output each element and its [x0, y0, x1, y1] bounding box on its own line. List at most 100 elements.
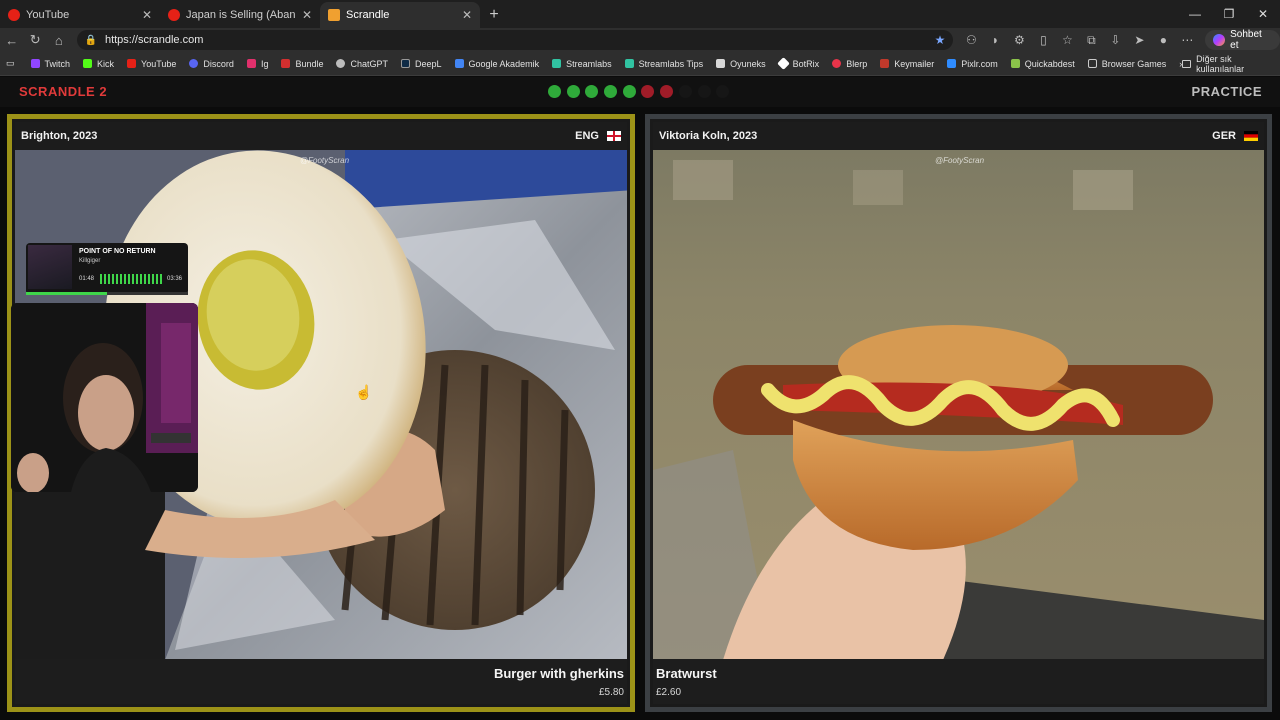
twitch-icon: [30, 59, 40, 68]
bookmark-label: BotRix: [792, 58, 820, 69]
minimize-icon[interactable]: —: [1178, 0, 1212, 28]
share-icon[interactable]: ➤: [1127, 33, 1151, 48]
read-aloud-icon[interactable]: ◗: [983, 33, 1007, 48]
bookmark-youtube[interactable]: YouTube: [127, 59, 176, 69]
favorites-icon[interactable]: ☆: [1055, 33, 1079, 48]
bookmark-deepl[interactable]: DeepL: [401, 59, 442, 69]
tab-japan-video[interactable]: Japan is Selling (Abandoned) Hou ✕: [160, 2, 320, 28]
blerp-icon: [832, 59, 842, 68]
card-header: Viktoria Koln, 2023 GER: [653, 122, 1264, 150]
song-artist: Killgiger: [79, 258, 101, 264]
playback-progress-fill: [26, 292, 107, 295]
round-dot-1: [548, 85, 561, 98]
discord-icon: [189, 59, 199, 68]
round-dot-2: [566, 85, 580, 98]
elapsed-time: 01:48: [79, 276, 95, 282]
more-icon[interactable]: ⋯: [1175, 33, 1199, 48]
app-logo[interactable]: SCRANDLE 2: [19, 84, 107, 99]
bookmark-streamlabs[interactable]: Streamlabs: [552, 59, 612, 69]
country-code: GER: [1212, 130, 1236, 142]
food-photo-bratwurst[interactable]: @FootyScran: [653, 150, 1264, 659]
bookmark-google-akademik[interactable]: Google Akademik: [454, 59, 539, 69]
round-dot-7: [660, 85, 674, 98]
other-bookmarks-label: Diğer sık kullanılanlar: [1196, 53, 1245, 74]
address-bar[interactable]: 🔒 https://scrandle.com ★: [76, 30, 954, 50]
youtube-favicon-icon: [168, 9, 180, 21]
round-dot-6: [641, 85, 655, 98]
bookmark-twitch[interactable]: Twitch: [30, 59, 70, 69]
google-scholar-icon: [454, 59, 464, 68]
country-code: ENG: [575, 130, 599, 142]
bookmark-label: Ig: [260, 58, 269, 69]
extensions-icon[interactable]: ⚙: [1007, 33, 1031, 48]
maximize-icon[interactable]: ❐: [1212, 0, 1246, 28]
bookmark-bundle[interactable]: Bundle: [281, 59, 323, 69]
bookmark-ig[interactable]: Ig: [246, 58, 269, 69]
favorite-star-icon[interactable]: ★: [935, 33, 946, 47]
food-card-right[interactable]: Viktoria Koln, 2023 GER @FootyScran Brat…: [645, 114, 1272, 712]
bundle-icon: [281, 59, 291, 68]
bookmark-blerp[interactable]: Blerp: [832, 59, 867, 69]
bookmark-label: Quickabdest: [1024, 58, 1075, 69]
chat-button-label: Sohbet et: [1230, 29, 1262, 51]
photo-watermark: @FootyScran: [300, 156, 350, 165]
bookmarks-bar: ▭ Twitch Kick YouTube Discord Ig Bundle …: [0, 52, 1280, 76]
bookmark-streamlabs-tips[interactable]: Streamlabs Tips: [624, 59, 703, 69]
downloads-icon[interactable]: ⇩: [1103, 33, 1127, 48]
bookmark-keymailer[interactable]: Keymailer: [880, 59, 934, 69]
oyuneks-icon: [716, 59, 726, 68]
site-info-icon[interactable]: 🔒: [85, 35, 97, 46]
tab-strip: YouTube ✕ Japan is Selling (Abandoned) H…: [0, 0, 1280, 28]
profile-icon[interactable]: ●: [1151, 33, 1175, 48]
new-tab-button[interactable]: +: [480, 2, 508, 28]
quickabdest-icon: [1010, 59, 1020, 68]
folder-icon: [1087, 59, 1097, 68]
dish-price: £2.60: [656, 687, 682, 698]
tab-title: Scrandle: [346, 9, 390, 21]
album-art: [28, 245, 72, 289]
instagram-icon: [246, 59, 256, 68]
toolbar-icons: ⚇ ◗ ⚙ ▯ ☆ ⧉ ⇩ ➤ ● ⋯: [959, 33, 1199, 48]
home-icon[interactable]: ⌂: [47, 33, 71, 48]
reload-icon[interactable]: ↻: [24, 32, 48, 48]
close-tab-icon[interactable]: ✕: [302, 8, 312, 22]
bookmark-chatgpt[interactable]: ChatGPT: [336, 59, 388, 69]
bookmark-label: Kick: [97, 58, 115, 69]
bookmark-label: Bundle: [295, 58, 324, 69]
copilot-icon: [1213, 34, 1226, 46]
bookmark-pixlr[interactable]: Pixlr.com: [947, 59, 998, 69]
bookmarks-toggle-icon[interactable]: ▭: [6, 58, 15, 69]
url-text: https://scrandle.com: [104, 34, 204, 46]
bookmark-discord[interactable]: Discord: [189, 59, 234, 69]
split-screen-icon[interactable]: ▯: [1031, 33, 1055, 48]
gamepad-icon[interactable]: ⚇: [959, 33, 983, 48]
bookmark-browser-games[interactable]: Browser Games: [1087, 59, 1166, 69]
other-bookmarks-folder[interactable]: Diğer sık kullanılanlar: [1182, 54, 1280, 74]
back-icon[interactable]: ←: [0, 33, 24, 48]
streamlabs-icon: [552, 59, 562, 68]
tab-title: Japan is Selling (Abandoned) Hou: [186, 9, 296, 21]
bookmark-quickabdest[interactable]: Quickabdest: [1010, 58, 1075, 69]
collections-icon[interactable]: ⧉: [1079, 33, 1103, 48]
tab-youtube[interactable]: YouTube ✕: [0, 2, 160, 28]
card-footer: Burger with gherkins £5.80: [15, 659, 627, 704]
round-progress: [548, 85, 735, 98]
copilot-chat-button[interactable]: Sohbet et: [1205, 29, 1280, 51]
tab-scrandle[interactable]: Scrandle ✕: [320, 2, 480, 28]
youtube-icon: [127, 59, 137, 68]
round-dot-5: [622, 85, 636, 98]
practice-mode-button[interactable]: PRACTICE: [1192, 84, 1262, 99]
close-window-icon[interactable]: ✕: [1246, 0, 1280, 28]
bookmark-kick[interactable]: Kick: [83, 59, 114, 69]
webcam-overlay: [11, 303, 198, 492]
bookmark-botrix[interactable]: BotRix: [776, 57, 820, 70]
close-tab-icon[interactable]: ✕: [462, 8, 472, 22]
bookmark-oyuneks[interactable]: Oyuneks: [716, 59, 766, 69]
country: GER: [1212, 130, 1258, 142]
scrandle-favicon-icon: [328, 9, 340, 21]
bookmark-label: Streamlabs: [566, 58, 612, 69]
streamer-webcam-image: [11, 303, 198, 492]
club-year: Viktoria Koln, 2023: [659, 130, 758, 142]
close-tab-icon[interactable]: ✕: [142, 8, 152, 22]
germany-flag-icon: [1244, 131, 1258, 141]
